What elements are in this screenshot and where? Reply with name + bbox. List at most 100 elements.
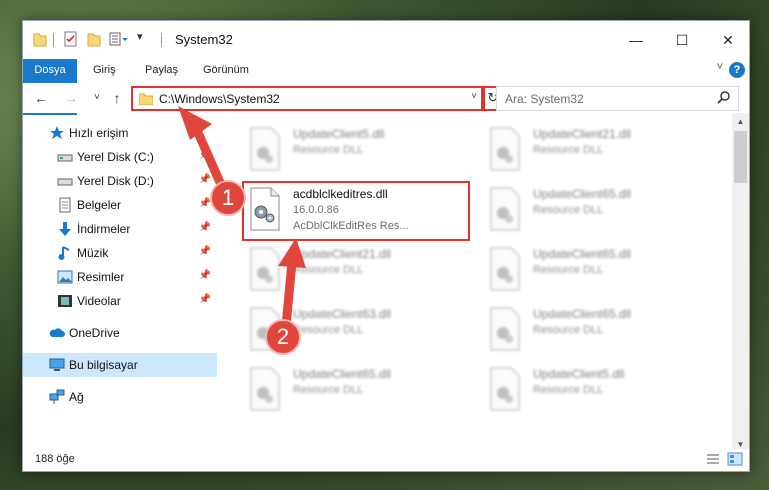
file-item[interactable]: UpdateClient65.dll Resource DLL (483, 181, 703, 237)
file-name: UpdateClient5.dll (533, 367, 625, 381)
folder-icon[interactable] (33, 31, 47, 47)
file-description: Resource DLL (293, 324, 364, 336)
file-description: Resource DLL (293, 264, 364, 276)
sidebar-item-music[interactable]: Müzik 📌 (23, 241, 217, 265)
sidebar-item-onedrive[interactable]: OneDrive (23, 321, 217, 345)
file-name: UpdateClient63.dll (293, 307, 392, 321)
title-bar: ▾ System32 — ☐ ✕ (23, 21, 749, 59)
sidebar-item-label: Videolar (77, 294, 121, 308)
file-description: Resource DLL (533, 324, 604, 336)
file-name: UpdateClient65.dll (533, 307, 632, 321)
pin-icon[interactable]: 📌 (199, 270, 211, 281)
sidebar-item-videos[interactable]: Videolar 📌 (23, 289, 217, 313)
customize-toolbar-chevron-icon[interactable]: ▾ (137, 30, 143, 43)
file-description: Resource DLL (293, 144, 364, 156)
recent-locations-chevron-icon[interactable]: ˅ (87, 87, 107, 109)
scroll-up-arrow-icon[interactable]: ▲ (732, 113, 749, 130)
file-item[interactable]: UpdateClient21.dll Resource DLL (243, 241, 463, 297)
address-bar[interactable]: C:\Windows\System32 ˅ (131, 86, 483, 111)
sidebar-item-downloads[interactable]: İndirmeler 📌 (23, 217, 217, 241)
dll-file-icon (490, 187, 520, 231)
computer-icon (49, 358, 65, 371)
properties-icon[interactable] (63, 31, 79, 47)
music-icon (58, 246, 70, 260)
back-arrow-icon[interactable]: ← (31, 87, 51, 109)
tab-view[interactable]: Görünüm (193, 59, 259, 83)
videos-icon (58, 295, 72, 307)
tab-share[interactable]: Paylaş (135, 59, 188, 83)
drive-icon (57, 154, 73, 162)
forward-arrow-icon[interactable]: → (61, 87, 81, 109)
expand-ribbon-chevron-icon[interactable]: ˅ (717, 61, 723, 73)
folder-icon (139, 93, 153, 105)
file-name: UpdateClient21.dll (293, 247, 392, 261)
details-view-icon[interactable] (705, 452, 721, 466)
sidebar-item-pictures[interactable]: Resimler 📌 (23, 265, 217, 289)
sidebar-item-label: Yerel Disk (C:) (77, 150, 154, 164)
file-description: Resource DLL (533, 204, 604, 216)
star-icon (50, 126, 64, 139)
help-icon[interactable]: ? (729, 62, 745, 78)
sidebar-item-local-disk-d[interactable]: Yerel Disk (D:) 📌 (23, 169, 217, 193)
step-badge-2: 2 (265, 319, 301, 355)
sidebar-item-label: Bu bilgisayar (69, 358, 138, 372)
pictures-icon (57, 270, 73, 284)
navigation-pane: Hızlı erişim Yerel Disk (C:) 📌 Yerel Dis… (23, 121, 217, 441)
close-button[interactable]: ✕ (705, 21, 751, 59)
sidebar-item-label: Yerel Disk (D:) (77, 174, 154, 188)
tab-home[interactable]: Giriş (83, 59, 126, 83)
drive-icon (57, 178, 73, 186)
sidebar-item-label: Belgeler (77, 198, 122, 212)
address-history-chevron-icon[interactable]: ˅ (471, 91, 477, 102)
sidebar-item-network[interactable]: Ağ (23, 385, 217, 409)
view-options-icon[interactable] (109, 31, 129, 47)
address-path: C:\Windows\System32 (159, 92, 280, 106)
pin-icon[interactable]: 📌 (199, 246, 211, 257)
pin-icon[interactable]: 📌 (199, 174, 211, 185)
maximize-button[interactable]: ☐ (659, 21, 705, 59)
file-item[interactable]: UpdateClient65.dll Resource DLL (483, 301, 703, 357)
highlighted-file-box (242, 181, 470, 241)
vertical-scrollbar[interactable]: ▲ ▼ (732, 113, 749, 453)
new-folder-icon[interactable] (87, 31, 101, 47)
title-separator (161, 33, 162, 47)
file-item[interactable]: UpdateClient65.dll Resource DLL (483, 241, 703, 297)
explorer-window: ▾ System32 — ☐ ✕ Dosya Giriş Paylaş Görü… (22, 20, 750, 472)
sidebar-item-quick-access[interactable]: Hızlı erişim (23, 121, 217, 145)
sidebar-item-this-pc[interactable]: Bu bilgisayar (23, 353, 217, 377)
search-icon[interactable] (716, 90, 732, 106)
minimize-button[interactable]: — (613, 21, 659, 59)
search-placeholder: Ara: System32 (505, 92, 584, 106)
status-bar: 188 öğe (23, 449, 749, 471)
sidebar-item-label: OneDrive (69, 326, 120, 340)
file-description: Resource DLL (533, 144, 604, 156)
pin-icon[interactable]: 📌 (199, 222, 211, 233)
file-item[interactable]: UpdateClient5.dll Resource DLL (483, 361, 703, 417)
scrollbar-thumb[interactable] (734, 131, 747, 183)
sidebar-item-label: Resimler (77, 270, 125, 284)
file-item[interactable]: UpdateClient21.dll Resource DLL (483, 121, 703, 177)
ribbon-tabs: Dosya Giriş Paylaş Görünüm ˅ ? (23, 59, 749, 115)
sidebar-item-label: Hızlı erişim (69, 126, 129, 140)
sidebar-item-label: Müzik (77, 246, 109, 260)
pin-icon[interactable]: 📌 (199, 150, 211, 161)
window-title: System32 (175, 32, 233, 47)
file-item[interactable]: UpdateClient5.dll Resource DLL (243, 121, 463, 177)
title-separator (53, 33, 54, 47)
file-item[interactable]: UpdateClient65.dll Resource DLL (243, 361, 463, 417)
sidebar-item-documents[interactable]: Belgeler 📌 (23, 193, 217, 217)
sidebar-item-local-disk-c[interactable]: Yerel Disk (C:) 📌 (23, 145, 217, 169)
documents-icon (59, 197, 71, 213)
step-badge-1: 1 (210, 180, 246, 216)
tiles-view-icon[interactable] (727, 452, 743, 466)
up-arrow-icon[interactable]: ↑ (107, 87, 127, 109)
pin-icon[interactable]: 📌 (199, 294, 211, 305)
sidebar-item-label: Ağ (69, 390, 84, 404)
dll-file-icon (490, 247, 520, 291)
file-description: Resource DLL (293, 384, 364, 396)
file-name: UpdateClient65.dll (533, 187, 632, 201)
dll-file-icon (250, 247, 280, 291)
search-box[interactable]: Ara: System32 (496, 86, 739, 111)
dll-file-icon (490, 367, 520, 411)
item-count: 188 öğe (35, 453, 75, 465)
